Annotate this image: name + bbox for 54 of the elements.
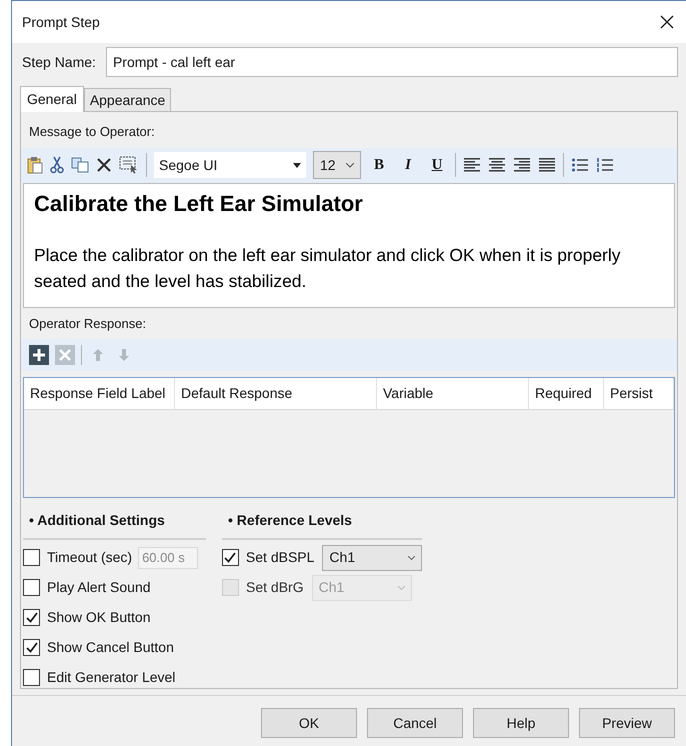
checkbox-label[interactable]: Show OK Button bbox=[47, 607, 151, 628]
step-name-field[interactable]: Prompt - cal left ear bbox=[106, 47, 678, 77]
column-header[interactable]: Persist bbox=[604, 378, 674, 409]
step-name-label: Step Name: bbox=[22, 52, 96, 72]
group-title: • Reference Levels bbox=[222, 510, 422, 540]
column-header[interactable]: Required bbox=[529, 378, 604, 409]
copy-icon[interactable] bbox=[71, 157, 89, 174]
numbered-list-icon[interactable] bbox=[596, 157, 614, 174]
paste-icon[interactable] bbox=[27, 156, 43, 174]
message-heading: Calibrate the Left Ear Simulator bbox=[34, 190, 364, 218]
checkbox[interactable] bbox=[222, 549, 239, 566]
checkbox-label[interactable]: Edit Generator Level bbox=[47, 667, 176, 688]
dialog-button[interactable]: Cancel bbox=[367, 708, 463, 738]
tab[interactable]: General bbox=[20, 86, 84, 112]
close-icon[interactable] bbox=[660, 15, 674, 29]
tab[interactable]: Appearance bbox=[84, 88, 172, 111]
section-label: Operator Response: bbox=[28, 314, 148, 333]
checkbox[interactable] bbox=[23, 549, 40, 566]
italic-button[interactable]: I bbox=[397, 154, 419, 176]
align-right-icon[interactable] bbox=[513, 157, 531, 174]
align-center-icon[interactable] bbox=[488, 157, 506, 174]
column-header[interactable]: Response Field Label bbox=[24, 378, 175, 409]
size-dropdown[interactable]: 12 bbox=[313, 151, 361, 180]
dialog-button[interactable]: OK bbox=[261, 708, 357, 738]
checkbox[interactable] bbox=[23, 669, 40, 686]
response-table[interactable]: Response Field Label Default Response Variable Required Persist bbox=[23, 376, 675, 498]
checkbox-label[interactable]: Show Cancel Button bbox=[47, 637, 174, 658]
dialog-button[interactable]: Help bbox=[473, 708, 569, 738]
message-body: Place the calibrator on the left ear simulator and click OK when it is properly seated and the level has stabilized. bbox=[34, 244, 622, 293]
dialog-button[interactable]: Preview bbox=[579, 708, 675, 738]
align-left-icon[interactable] bbox=[463, 157, 481, 174]
underline-button[interactable]: U bbox=[426, 154, 448, 176]
scissors-icon[interactable] bbox=[50, 156, 64, 174]
bold-button[interactable]: B bbox=[368, 154, 390, 176]
column-header[interactable]: Variable bbox=[377, 378, 529, 409]
select-all-icon[interactable] bbox=[119, 156, 139, 174]
window-title: Prompt Step bbox=[22, 12, 100, 32]
caret-icon[interactable] bbox=[293, 162, 301, 168]
add-icon[interactable] bbox=[29, 345, 49, 366]
bullet-list-icon[interactable] bbox=[571, 157, 589, 174]
checkbox[interactable] bbox=[23, 609, 40, 626]
column-header[interactable]: Default Response bbox=[175, 378, 377, 409]
group-title: • Additional Settings bbox=[23, 510, 206, 540]
justify-icon[interactable] bbox=[538, 157, 556, 174]
delete-icon[interactable] bbox=[96, 157, 112, 174]
font-dropdown[interactable]: Segoe UI bbox=[154, 152, 306, 178]
message-editor[interactable]: Calibrate the Left Ear Simulator Place the calibrator on the left ear simulator and click OK when it is properly seated and the level has stabilized. bbox=[23, 182, 675, 308]
checkbox-label[interactable]: Timeout (sec) bbox=[47, 547, 132, 568]
checkbox-label[interactable]: Play Alert Sound bbox=[47, 577, 151, 598]
channel-dropdown[interactable]: Ch1 bbox=[322, 544, 422, 571]
checkbox-label[interactable]: Set dBSPL bbox=[246, 547, 314, 568]
checkbox[interactable] bbox=[23, 579, 40, 596]
section-label: Message to Operator: bbox=[28, 123, 156, 141]
checkbox[interactable] bbox=[23, 639, 40, 656]
